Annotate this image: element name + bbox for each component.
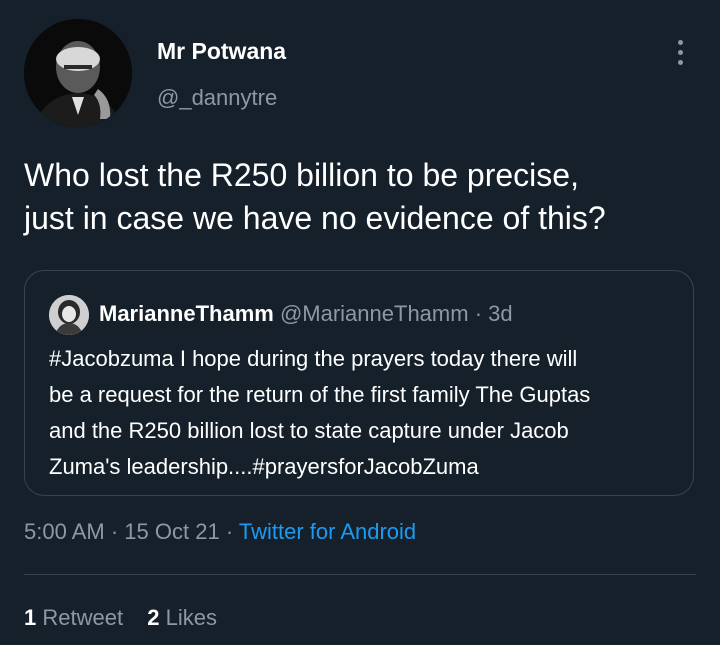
divider xyxy=(24,574,696,575)
tweet-stats: 1 Retweet 2 Likes xyxy=(24,603,235,633)
more-dots-icon xyxy=(677,59,683,65)
more-dots-icon xyxy=(677,49,683,55)
likes-count: 2 xyxy=(147,605,160,630)
author-display-name[interactable]: Mr Potwana xyxy=(157,36,286,66)
quoted-author-avatar[interactable] xyxy=(49,295,89,335)
quoted-author-handle[interactable]: @MarianneThamm xyxy=(280,301,469,326)
tweet-meta: 5:00 AM · 15 Oct 21 · Twitter for Androi… xyxy=(24,516,416,548)
tweet-source-link[interactable]: Twitter for Android xyxy=(239,519,416,544)
separator: · xyxy=(225,519,234,544)
quoted-tweet-header: MarianneThamm @MarianneThamm · 3d xyxy=(99,299,513,329)
retweets-stat[interactable]: 1 Retweet xyxy=(24,605,123,630)
likes-label: Likes xyxy=(165,605,217,630)
retweets-count: 1 xyxy=(24,605,37,630)
likes-stat[interactable]: 2 Likes xyxy=(147,605,217,630)
more-options-button[interactable] xyxy=(666,34,694,70)
quoted-author-name[interactable]: MarianneThamm xyxy=(99,301,274,326)
tweet-time[interactable]: 5:00 AM xyxy=(24,519,105,544)
tweet-date[interactable]: 15 Oct 21 xyxy=(124,519,219,544)
author-handle[interactable]: @_dannytre xyxy=(157,84,277,112)
person-photo-avatar-icon xyxy=(49,295,89,335)
author-avatar[interactable] xyxy=(24,19,132,127)
quoted-tweet-card[interactable]: MarianneThamm @MarianneThamm · 3d #Jacob… xyxy=(24,270,694,496)
tweet-text: Who lost the R250 billion to be precise,… xyxy=(24,157,606,236)
separator: · xyxy=(110,519,119,544)
retweets-label: Retweet xyxy=(42,605,124,630)
tweet-detail: Mr Potwana @_dannytre Who lost the R250 … xyxy=(0,0,720,645)
quoted-tweet-time[interactable]: 3d xyxy=(488,301,512,326)
quoted-tweet-text: #Jacobzuma I hope during the prayers tod… xyxy=(49,346,591,479)
more-dots-icon xyxy=(677,39,683,45)
separator: · xyxy=(474,301,483,326)
person-photo-avatar-icon xyxy=(24,19,132,127)
